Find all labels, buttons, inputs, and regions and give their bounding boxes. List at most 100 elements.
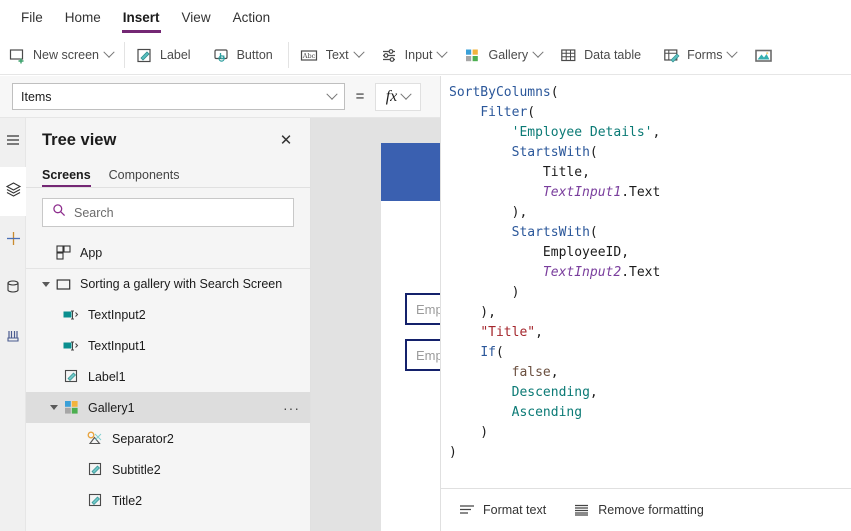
formula-token: StartsWith [511, 145, 590, 160]
textinput-icon [62, 337, 80, 355]
formula-token: ) ) [449, 425, 489, 460]
powerapps-studio: File Home Insert View Action New screen [0, 0, 851, 531]
tree-item-label: Subtitle2 [112, 462, 161, 477]
chevron-down-icon[interactable] [103, 46, 115, 58]
label-icon [86, 492, 104, 510]
fx-button[interactable]: fx [375, 82, 421, 111]
ribbon-divider [124, 42, 125, 68]
equals-sign: = [355, 88, 365, 105]
text-icon: Abc [300, 47, 319, 64]
ribbon-input-label: Input [404, 48, 433, 62]
ribbon-new-screen-button[interactable]: New screen [0, 36, 122, 75]
data-rail-button[interactable] [0, 265, 26, 314]
ribbon-data-table-button[interactable]: Data table [551, 36, 654, 75]
formula-token: "Title" [480, 325, 536, 340]
ribbon-text-button[interactable]: Abc Text [291, 36, 372, 75]
menu-item-action[interactable]: Action [222, 0, 282, 36]
chevron-down-icon[interactable] [353, 46, 365, 58]
label-icon [62, 368, 80, 386]
ribbon-new-screen-label: New screen [33, 48, 99, 62]
insert-rail-button[interactable] [0, 216, 26, 265]
close-icon[interactable]: ✕ [276, 130, 296, 150]
separator-icon [86, 430, 104, 448]
ribbon-gallery-button[interactable]: Gallery [455, 36, 551, 75]
format-text-icon [459, 503, 475, 517]
menu-item-home[interactable]: Home [54, 0, 112, 36]
tree-item-textinput2[interactable]: TextInput2 [26, 299, 310, 330]
tree-item-overflow-button[interactable]: ··· [283, 400, 300, 416]
label-icon [86, 461, 104, 479]
chevron-down-icon[interactable] [726, 46, 739, 58]
formula-token: .Text [621, 185, 661, 200]
formula-token: false [511, 365, 551, 380]
tree-item-separator2[interactable]: Separator2 [26, 423, 310, 454]
forms-icon [663, 47, 680, 64]
remove-formatting-button[interactable]: Remove formatting [574, 503, 704, 517]
menu-item-file[interactable]: File [10, 0, 54, 36]
data-table-icon [560, 47, 577, 64]
tree-view-panel: Tree view ✕ Screens Components Search Ap… [26, 118, 311, 531]
screen-icon [54, 275, 72, 293]
input-icon [381, 47, 398, 64]
formula-token: 'Employee Details' [511, 125, 653, 140]
tree-view-rail-button[interactable] [0, 167, 26, 216]
formula-token: Descending [511, 385, 590, 400]
formula-token: Filter [480, 105, 528, 120]
formula-token: .Text [621, 265, 661, 280]
label-icon [136, 47, 153, 64]
formula-editor-footer: Format text Remove formatting [441, 488, 851, 531]
chevron-down-icon[interactable] [436, 46, 449, 58]
chevron-down-icon[interactable] [38, 276, 54, 292]
menu-item-view[interactable]: View [171, 0, 222, 36]
button-icon [213, 47, 230, 64]
tree-item-gallery1[interactable]: Gallery1 ··· [26, 392, 310, 423]
left-icon-rail [0, 118, 26, 531]
ribbon-forms-button[interactable]: Forms [654, 36, 745, 75]
layers-icon [5, 181, 22, 203]
formula-token: If [480, 345, 496, 360]
ribbon-text-label: Text [325, 48, 349, 62]
gallery-icon [464, 47, 481, 64]
tree-item-label: Label1 [88, 369, 126, 384]
remove-formatting-label: Remove formatting [598, 503, 704, 517]
formula-token: StartsWith [511, 225, 590, 240]
property-dropdown[interactable]: Items [12, 83, 345, 110]
search-icon [52, 203, 66, 222]
tab-screens[interactable]: Screens [42, 168, 91, 187]
property-dropdown-value: Items [21, 89, 52, 104]
tree-search-wrapper: Search [26, 188, 310, 235]
tree-twisty-placeholder [38, 245, 54, 261]
ribbon-button-button[interactable]: Button [204, 36, 286, 75]
tree-item-label: Gallery1 [88, 400, 135, 415]
chevron-down-icon[interactable] [326, 88, 338, 100]
tree-item-title2[interactable]: Title2 [26, 485, 310, 516]
tree-item-label: TextInput2 [88, 307, 146, 322]
ribbon-button-label: Button [236, 48, 273, 62]
new-screen-icon [9, 47, 26, 64]
menu-item-insert[interactable]: Insert [112, 0, 171, 36]
hamburger-menu-button[interactable] [0, 118, 26, 167]
tab-components[interactable]: Components [109, 168, 180, 187]
chevron-down-icon[interactable] [46, 400, 62, 416]
plus-icon [5, 230, 22, 252]
format-text-button[interactable]: Format text [459, 503, 546, 517]
formula-token: TextInput1 [542, 185, 622, 200]
formula-code-editor[interactable]: SortByColumns( Filter( 'Employee Details… [441, 76, 851, 488]
chevron-down-icon[interactable] [400, 88, 412, 100]
formula-token: Ascending [511, 405, 583, 420]
tree-search-placeholder: Search [74, 205, 114, 220]
ribbon-input-button[interactable]: Input [372, 36, 456, 75]
tree-item-app[interactable]: App [26, 237, 310, 268]
tree-item-subtitle2[interactable]: Subtitle2 [26, 454, 310, 485]
chevron-down-icon[interactable] [532, 46, 544, 58]
tree-item-screen[interactable]: Sorting a gallery with Search Screen [26, 268, 310, 299]
tree-search-box[interactable]: Search [42, 198, 294, 227]
tree-item-label: App [80, 245, 103, 260]
ribbon-media-button[interactable] [745, 36, 790, 75]
tree-item-label1[interactable]: Label1 [26, 361, 310, 392]
ribbon-label-button[interactable]: Label [127, 36, 204, 75]
tree-item-textinput1[interactable]: TextInput1 [26, 330, 310, 361]
formula-token: EmployeeID [542, 245, 622, 260]
hamburger-icon [5, 132, 21, 153]
media-rail-button[interactable] [0, 314, 26, 363]
